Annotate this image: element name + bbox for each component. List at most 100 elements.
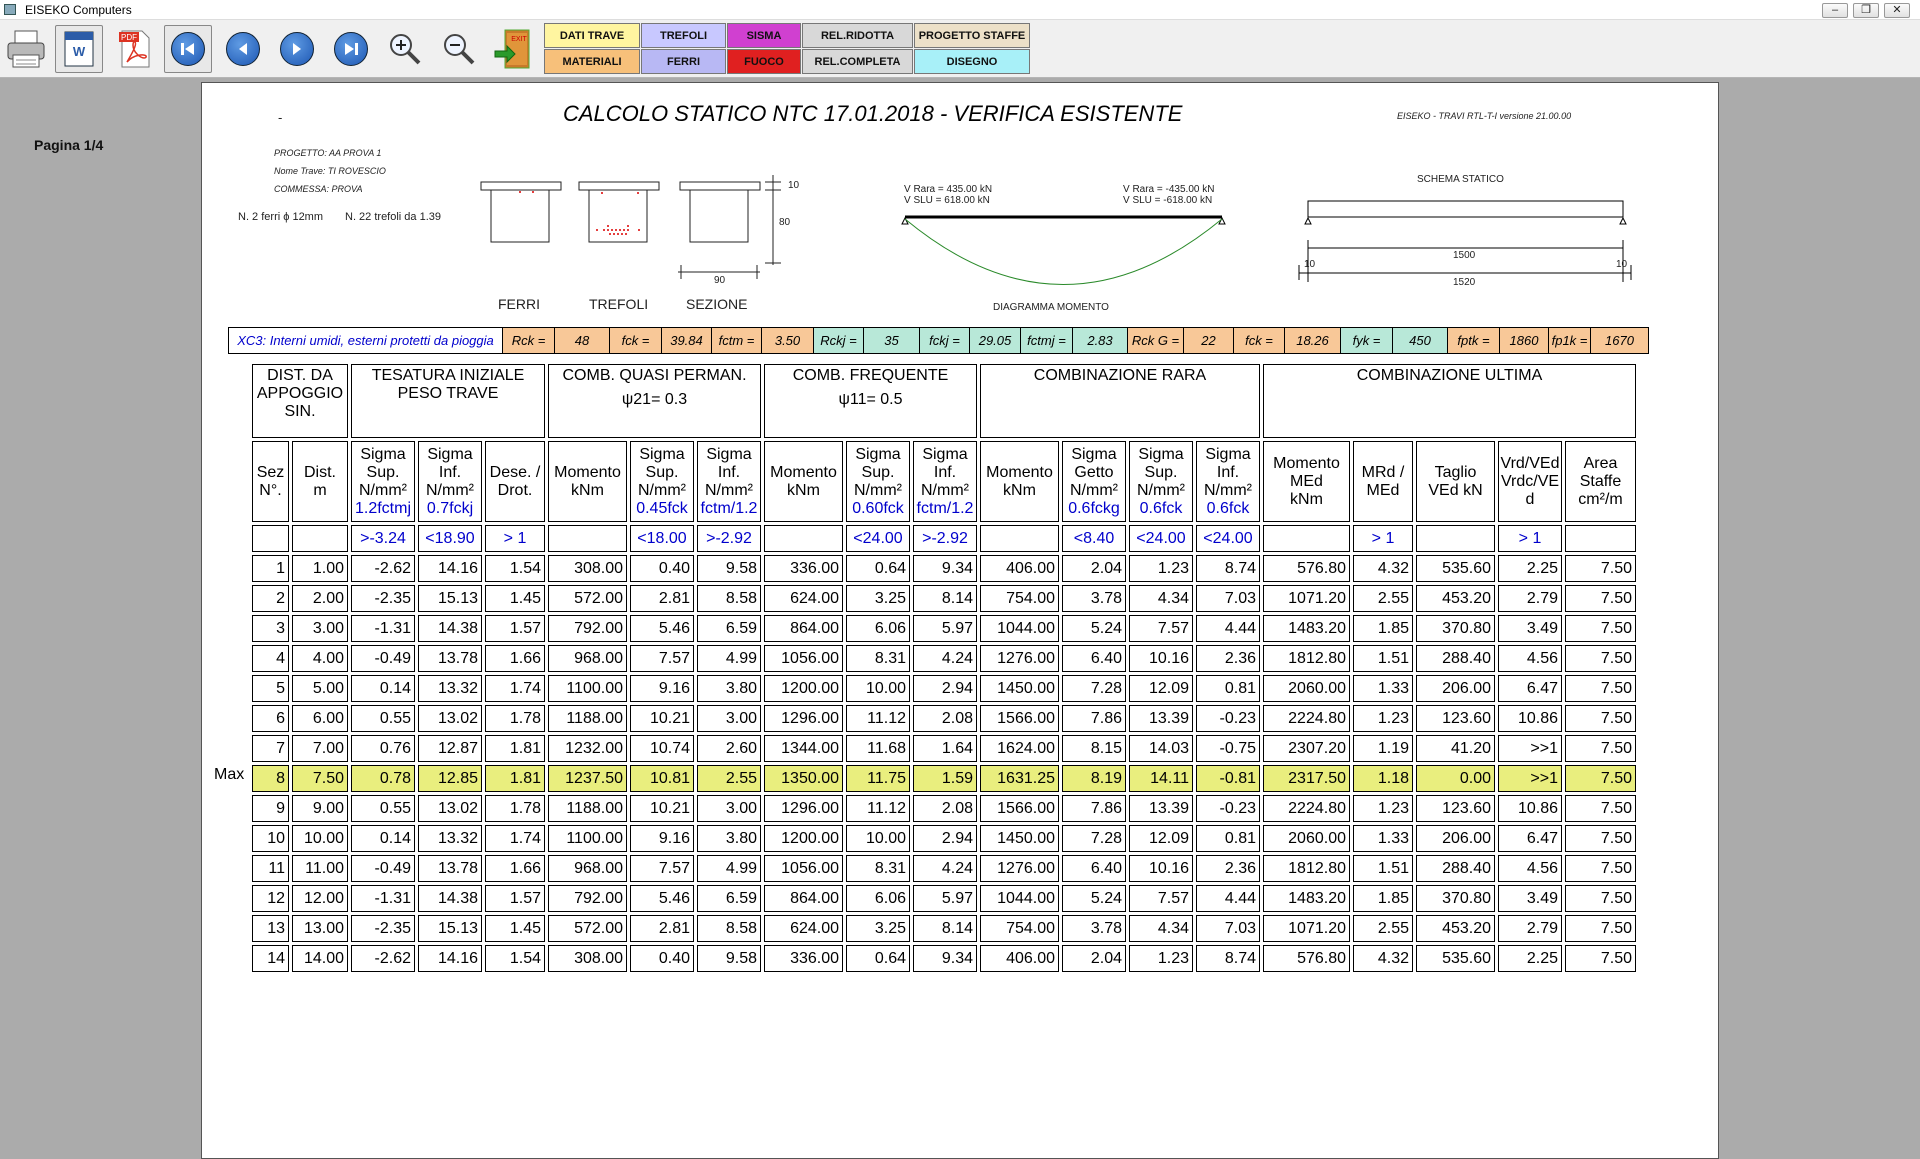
column-header-line: d bbox=[1525, 490, 1535, 508]
table-cell: 1350.00 bbox=[764, 765, 843, 792]
table-cell: 7.50 bbox=[1565, 615, 1636, 642]
table-cell: 7.50 bbox=[1565, 795, 1636, 822]
table-cell: -0.23 bbox=[1196, 705, 1260, 732]
previous-page-button[interactable] bbox=[219, 25, 267, 73]
table-cell: 13.39 bbox=[1129, 705, 1193, 732]
table-cell: 968.00 bbox=[548, 855, 627, 882]
zoom-out-button[interactable] bbox=[435, 25, 483, 73]
table-cell: 1.51 bbox=[1353, 855, 1413, 882]
column-header: Sigma Sup. N/mm² 1.2fctmj bbox=[351, 441, 415, 522]
column-header-line: Sup. bbox=[366, 463, 400, 481]
column-limit-formula: 0.7fckj bbox=[426, 499, 474, 517]
zoom-in-button[interactable] bbox=[381, 25, 429, 73]
table-cell: 6 bbox=[252, 705, 289, 732]
module-button-disegno[interactable]: DISEGNO bbox=[914, 49, 1030, 74]
print-button[interactable] bbox=[2, 25, 50, 73]
table-cell: 1237.50 bbox=[548, 765, 627, 792]
table-cell: 10.86 bbox=[1498, 795, 1562, 822]
column-limit-formula: 0.60fck bbox=[852, 499, 904, 517]
module-button-dati-trave[interactable]: DATI TRAVE bbox=[544, 23, 640, 48]
table-cell: 5 bbox=[252, 675, 289, 702]
material-cell: 48 bbox=[555, 327, 610, 354]
column-header-line: N/mm² bbox=[1137, 481, 1185, 499]
svg-text:EXIT: EXIT bbox=[511, 36, 527, 43]
table-cell: 4.44 bbox=[1196, 615, 1260, 642]
table-cell: 2.08 bbox=[913, 705, 977, 732]
next-page-icon bbox=[280, 32, 314, 66]
material-cell: Rck G = bbox=[1128, 327, 1184, 354]
table-cell: 2307.20 bbox=[1263, 735, 1350, 762]
table-cell: 11.75 bbox=[846, 765, 910, 792]
table-cell: 14.38 bbox=[418, 615, 482, 642]
module-button-sisma[interactable]: SISMA bbox=[727, 23, 801, 48]
table-cell: 624.00 bbox=[764, 915, 843, 942]
column-header: Area Staffe cm²/m bbox=[1565, 441, 1636, 522]
first-page-button[interactable] bbox=[164, 25, 212, 73]
table-cell: 9.16 bbox=[630, 825, 694, 852]
pdf-export-button[interactable]: PDF bbox=[111, 25, 159, 73]
column-header-line: Area bbox=[1583, 454, 1618, 472]
minimize-button[interactable]: – bbox=[1822, 3, 1848, 18]
module-button-rel-ridotta[interactable]: REL.RIDOTTA bbox=[802, 23, 913, 48]
table-cell: 7.50 bbox=[1565, 855, 1636, 882]
table-cell: 3 bbox=[252, 615, 289, 642]
table-cell: 1.54 bbox=[485, 555, 545, 582]
limit-cell: <8.40 bbox=[1062, 525, 1126, 552]
support-right-label: 10 bbox=[1616, 259, 1628, 270]
table-cell: 7.00 bbox=[292, 735, 348, 762]
table-cell: 7.50 bbox=[1565, 585, 1636, 612]
table-cell: 1566.00 bbox=[980, 705, 1059, 732]
module-button-progetto-staffe[interactable]: PROGETTO STAFFE bbox=[914, 23, 1030, 48]
table-cell: 1.81 bbox=[485, 735, 545, 762]
static-scheme-label: SCHEMA STATICO bbox=[1417, 174, 1504, 185]
column-header-line: Sigma bbox=[1071, 445, 1117, 463]
group-header: COMBINAZIONE ULTIMA bbox=[1263, 364, 1636, 438]
module-button-materiali[interactable]: MATERIALI bbox=[544, 49, 640, 74]
table-cell: 41.20 bbox=[1416, 735, 1495, 762]
table-cell: 13.02 bbox=[418, 705, 482, 732]
restore-button[interactable]: ❐ bbox=[1853, 3, 1879, 18]
column-header-line: N°. bbox=[259, 481, 282, 499]
column-header: MRd / MEd bbox=[1353, 441, 1413, 522]
table-cell: -0.49 bbox=[351, 645, 415, 672]
table-cell: -1.31 bbox=[351, 615, 415, 642]
table-cell: 2.04 bbox=[1062, 555, 1126, 582]
table-cell: 1.00 bbox=[292, 555, 348, 582]
table-cell: 1631.25 bbox=[980, 765, 1059, 792]
table-cell: 12 bbox=[252, 885, 289, 912]
table-cell: 572.00 bbox=[548, 915, 627, 942]
table-cell: 7.50 bbox=[1565, 555, 1636, 582]
exit-button[interactable]: EXIT bbox=[489, 25, 537, 73]
table-cell: 7.03 bbox=[1196, 915, 1260, 942]
module-button-fuoco[interactable]: FUOCO bbox=[727, 49, 801, 74]
table-cell: 864.00 bbox=[764, 885, 843, 912]
next-page-button[interactable] bbox=[273, 25, 321, 73]
table-row: 7 7.00 0.76 12.87 1.81 1232.00 10.74 2.60 1344.0… bbox=[252, 735, 1636, 762]
table-cell: 406.00 bbox=[980, 555, 1059, 582]
table-cell: 8.14 bbox=[913, 915, 977, 942]
moment-diagram bbox=[901, 215, 1226, 285]
column-header: Sigma Inf. N/mm² 0.6fck bbox=[1196, 441, 1260, 522]
module-button-ferri[interactable]: FERRI bbox=[641, 49, 726, 74]
module-button-trefoli[interactable]: TREFOLI bbox=[641, 23, 726, 48]
table-cell: 7.50 bbox=[1565, 885, 1636, 912]
column-header: Dist. m bbox=[292, 441, 348, 522]
table-cell: 14.16 bbox=[418, 945, 482, 972]
column-header-line: Sigma bbox=[1205, 445, 1251, 463]
v-left-rara: V Rara = 435.00 kN bbox=[904, 184, 993, 195]
table-row: 9 9.00 0.55 13.02 1.78 1188.00 10.21 3.00 1296.0… bbox=[252, 795, 1636, 822]
last-page-button[interactable] bbox=[327, 25, 375, 73]
table-cell: 9.34 bbox=[913, 555, 977, 582]
last-page-icon bbox=[334, 32, 368, 66]
module-button-rel-completa[interactable]: REL.COMPLETA bbox=[802, 49, 913, 74]
close-button[interactable]: ✕ bbox=[1884, 3, 1910, 18]
word-export-button[interactable]: W bbox=[55, 25, 103, 73]
table-cell: 1.23 bbox=[1353, 795, 1413, 822]
table-cell: 754.00 bbox=[980, 585, 1059, 612]
table-cell: 1200.00 bbox=[764, 675, 843, 702]
table-cell: 7.50 bbox=[1565, 735, 1636, 762]
table-cell: 6.40 bbox=[1062, 645, 1126, 672]
table-cell: 1.85 bbox=[1353, 615, 1413, 642]
column-header: Momento kNm bbox=[548, 441, 627, 522]
table-cell: 6.40 bbox=[1062, 855, 1126, 882]
